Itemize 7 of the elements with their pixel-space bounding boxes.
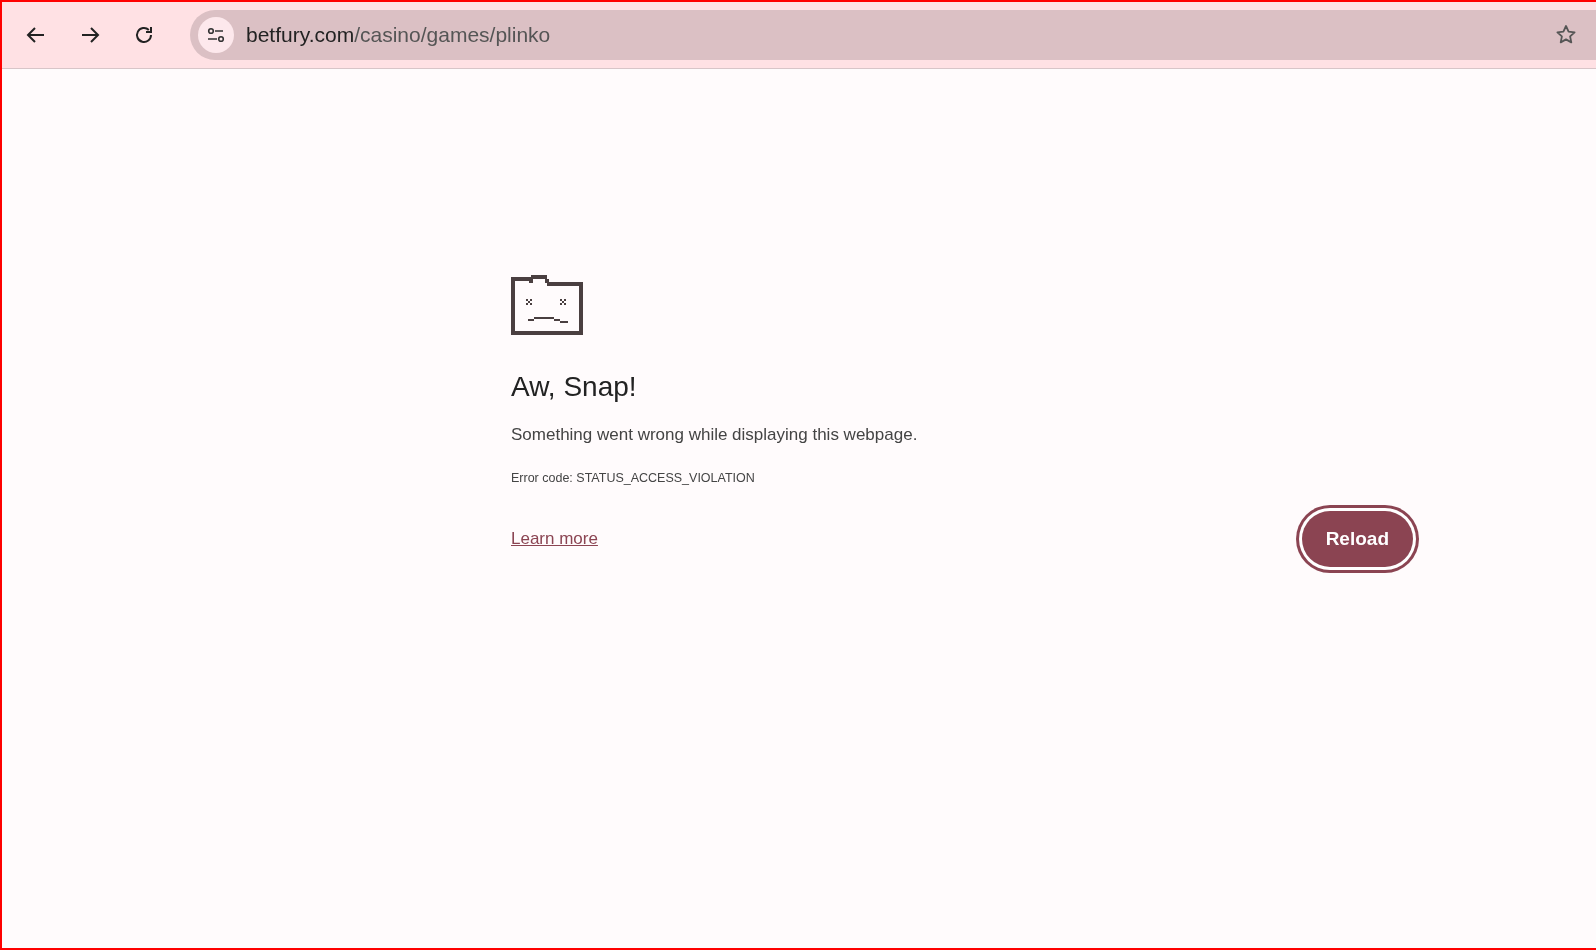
error-code: Error code: STATUS_ACCESS_VIOLATION xyxy=(511,471,756,485)
error-title: Aw, Snap! xyxy=(511,371,638,403)
site-settings-icon[interactable] xyxy=(198,17,234,53)
sad-folder-icon xyxy=(511,275,583,335)
address-bar[interactable]: betfury.com/casino/games/plinko xyxy=(190,10,1596,60)
error-message: Something went wrong while displaying this webpage. xyxy=(511,425,919,445)
learn-more-link[interactable]: Learn more xyxy=(511,529,598,549)
